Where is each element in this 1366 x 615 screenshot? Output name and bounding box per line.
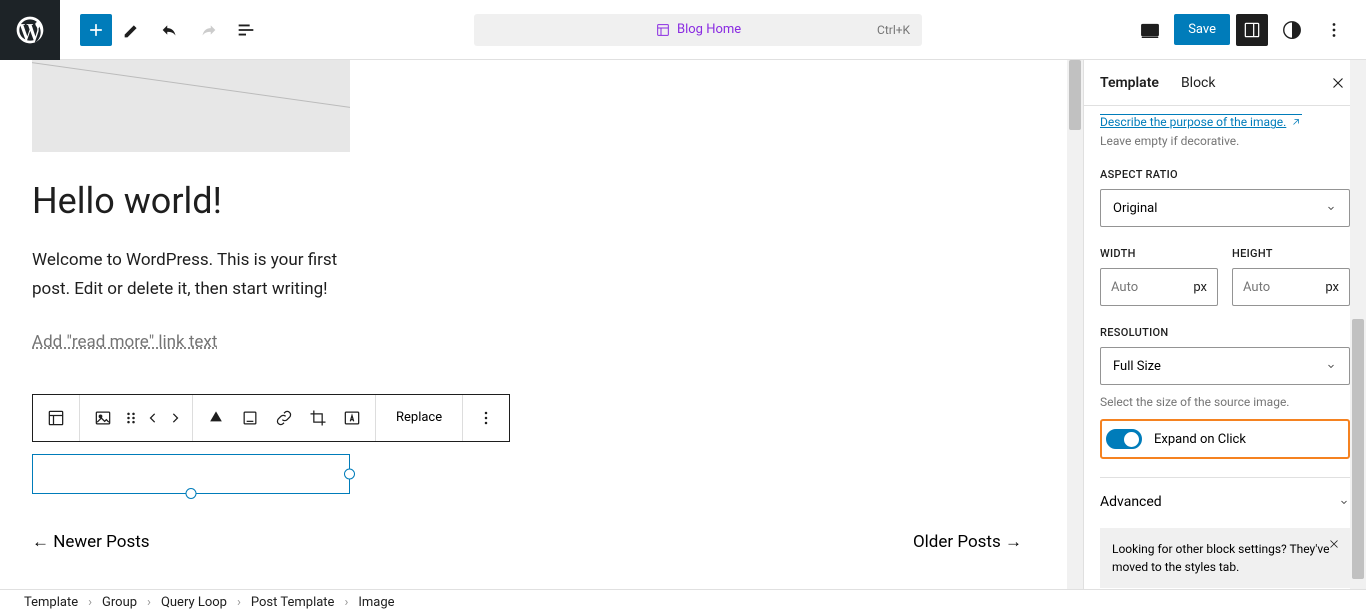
tab-block[interactable]: Block (1181, 61, 1216, 105)
resolution-select[interactable]: Full Size (1100, 347, 1350, 385)
more-options-icon[interactable] (469, 396, 503, 440)
resolution-help: Select the size of the source image. (1100, 395, 1350, 409)
tab-template[interactable]: Template (1100, 61, 1159, 105)
close-sidebar-icon[interactable] (1326, 71, 1350, 95)
aspect-ratio-select[interactable]: Original (1100, 189, 1350, 227)
expand-on-click-toggle[interactable] (1106, 429, 1142, 449)
move-up-icon[interactable] (142, 396, 164, 440)
redo-icon[interactable] (190, 12, 226, 48)
newer-posts-link[interactable]: ← Newer Posts (32, 532, 150, 552)
settings-panel-toggle[interactable] (1236, 14, 1268, 46)
chevron-down-icon (1338, 496, 1350, 508)
edit-icon[interactable] (114, 12, 150, 48)
resize-handle-east[interactable] (344, 468, 355, 479)
image-block-icon[interactable] (86, 396, 120, 440)
block-type-icon[interactable] (39, 396, 73, 440)
align-icon[interactable] (199, 396, 233, 440)
breadcrumb-item[interactable]: Group (102, 595, 137, 610)
styles-icon[interactable] (1274, 12, 1310, 48)
editor-canvas[interactable]: Hello world! Welcome to WordPress. This … (0, 60, 1083, 589)
add-block-button[interactable] (80, 14, 112, 46)
template-icon (655, 22, 671, 38)
caption-icon[interactable] (233, 396, 267, 440)
selected-image-block[interactable] (32, 454, 350, 494)
replace-button[interactable]: Replace (382, 410, 456, 425)
width-label: Width (1100, 247, 1218, 260)
block-toolbar: Replace (32, 394, 510, 442)
resize-handle-south[interactable] (186, 488, 197, 499)
external-link-icon (1290, 116, 1302, 128)
document-title-bar[interactable]: Blog Home Ctrl+K (474, 14, 922, 46)
undo-icon[interactable] (152, 12, 188, 48)
alt-text-hint: Leave empty if decorative. (1100, 134, 1350, 148)
crop-icon[interactable] (301, 396, 335, 440)
breadcrumb-item[interactable]: Post Template (251, 595, 335, 610)
wordpress-logo[interactable] (0, 0, 60, 60)
sidebar-scrollbar[interactable] (1350, 60, 1366, 589)
options-menu-icon[interactable] (1316, 12, 1352, 48)
query-pagination: ← Newer Posts Older Posts → (32, 532, 1022, 552)
keyboard-shortcut: Ctrl+K (877, 23, 910, 37)
toolbar-center: Blog Home Ctrl+K (264, 14, 1132, 46)
width-input[interactable]: Auto px (1100, 268, 1218, 306)
move-down-icon[interactable] (164, 396, 186, 440)
aspect-ratio-label: Aspect Ratio (1100, 168, 1350, 181)
sidebar-content: Describe the purpose of the image. Leave… (1084, 106, 1366, 589)
breadcrumb: Template› Group› Query Loop› Post Templa… (0, 589, 1366, 615)
older-posts-link[interactable]: Older Posts → (913, 532, 1022, 552)
document-title: Blog Home (677, 22, 741, 37)
main-area: Hello world! Welcome to WordPress. This … (0, 60, 1366, 589)
breadcrumb-item[interactable]: Query Loop (161, 595, 227, 610)
top-toolbar: Blog Home Ctrl+K Save (0, 0, 1366, 60)
save-button[interactable]: Save (1174, 14, 1230, 45)
expand-on-click-row: Expand on Click (1100, 419, 1350, 459)
text-overlay-icon[interactable] (335, 396, 369, 440)
advanced-panel-toggle[interactable]: Advanced (1100, 477, 1350, 516)
sidebar-tabs: Template Block (1084, 60, 1366, 106)
height-input[interactable]: Auto px (1232, 268, 1350, 306)
drag-handle-icon[interactable] (120, 396, 142, 440)
view-icon[interactable] (1132, 12, 1168, 48)
resolution-label: Resolution (1100, 326, 1350, 339)
alt-text-link[interactable]: Describe the purpose of the image. (1100, 114, 1302, 129)
styles-notice: Looking for other block settings? They'v… (1100, 528, 1350, 588)
height-label: Height (1232, 247, 1350, 260)
breadcrumb-item[interactable]: Image (358, 595, 394, 610)
canvas-scrollbar[interactable] (1067, 60, 1083, 589)
read-more-link[interactable]: Add "read more" link text (32, 332, 1083, 352)
expand-on-click-label: Expand on Click (1154, 432, 1246, 447)
post-title[interactable]: Hello world! (32, 180, 1083, 222)
link-icon[interactable] (267, 396, 301, 440)
featured-image-placeholder[interactable] (32, 60, 350, 152)
breadcrumb-item[interactable]: Template (24, 595, 78, 610)
toolbar-right: Save (1132, 12, 1366, 48)
chevron-down-icon (1325, 202, 1337, 214)
chevron-down-icon (1325, 360, 1337, 372)
document-overview-icon[interactable] (228, 12, 264, 48)
post-content[interactable]: Welcome to WordPress. This is your first… (32, 246, 362, 304)
settings-sidebar: Template Block Describe the purpose of t… (1083, 60, 1366, 589)
dismiss-notice-icon[interactable] (1324, 534, 1344, 554)
toolbar-left (60, 12, 264, 48)
